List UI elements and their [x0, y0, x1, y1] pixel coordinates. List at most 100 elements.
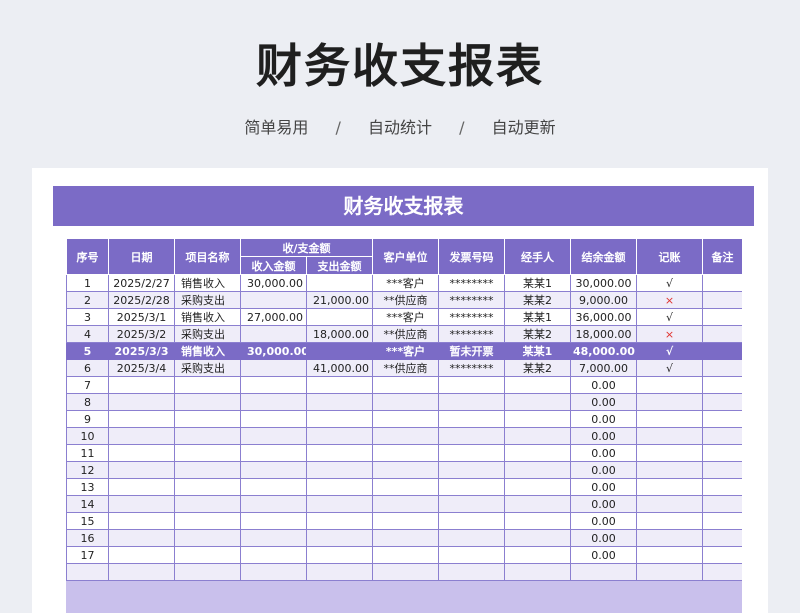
cell-invoice[interactable]	[438, 461, 505, 479]
cell-handler[interactable]: 某某2	[504, 359, 571, 377]
cell-booked[interactable]: ×	[636, 291, 703, 309]
cell-invoice[interactable]	[438, 512, 505, 530]
cell-income[interactable]	[240, 444, 307, 462]
cell-seq[interactable]: 8	[66, 393, 109, 411]
cell-note[interactable]	[702, 427, 742, 445]
table-row[interactable]: 13 0.00	[66, 478, 742, 496]
cell-expense[interactable]	[306, 274, 373, 292]
table-row[interactable]: 1 2025/2/27 销售收入 30,000.00 ***客户 ******** 某某1 3…	[66, 274, 742, 292]
cell-balance[interactable]: 7,000.00	[570, 359, 637, 377]
cell-client[interactable]	[372, 529, 439, 547]
cell-client[interactable]: **供应商	[372, 291, 439, 309]
cell-balance[interactable]: 0.00	[570, 512, 637, 530]
cell-seq[interactable]: 12	[66, 461, 109, 479]
cell-date[interactable]	[108, 512, 175, 530]
cell-handler[interactable]: 某某1	[504, 308, 571, 326]
cell-invoice[interactable]	[438, 495, 505, 513]
table-row[interactable]: 11 0.00	[66, 444, 742, 462]
cell-seq[interactable]: 7	[66, 376, 109, 394]
table-row[interactable]: 17 0.00	[66, 546, 742, 564]
cell-invoice[interactable]: 暂未开票	[438, 342, 505, 360]
table-row[interactable]: 9 0.00	[66, 410, 742, 428]
cell-item[interactable]: 采购支出	[174, 359, 241, 377]
cell-income[interactable]: 27,000.00	[240, 308, 307, 326]
cell-handler[interactable]	[504, 512, 571, 530]
cell-client[interactable]: **供应商	[372, 359, 439, 377]
table-row[interactable]: 8 0.00	[66, 393, 742, 411]
cell-note[interactable]	[702, 461, 742, 479]
cell-invoice[interactable]	[438, 546, 505, 564]
cell-seq[interactable]: 2	[66, 291, 109, 309]
cell-seq[interactable]: 1	[66, 274, 109, 292]
cell-date[interactable]	[108, 563, 175, 581]
cell-date[interactable]	[108, 444, 175, 462]
cell-handler[interactable]	[504, 393, 571, 411]
cell-balance[interactable]: 18,000.00	[570, 325, 637, 343]
cell-client[interactable]	[372, 512, 439, 530]
cell-client[interactable]	[372, 478, 439, 496]
cell-income[interactable]	[240, 529, 307, 547]
table-row[interactable]	[66, 563, 742, 581]
cell-note[interactable]	[702, 495, 742, 513]
cell-item[interactable]	[174, 495, 241, 513]
cell-invoice[interactable]: ********	[438, 359, 505, 377]
cell-seq[interactable]: 3	[66, 308, 109, 326]
cell-item[interactable]	[174, 546, 241, 564]
cell-item[interactable]	[174, 461, 241, 479]
cell-note[interactable]	[702, 478, 742, 496]
cell-note[interactable]	[702, 342, 742, 360]
cell-balance[interactable]	[570, 563, 637, 581]
cell-handler[interactable]: 某某2	[504, 291, 571, 309]
cell-income[interactable]	[240, 495, 307, 513]
cell-client[interactable]: ***客户	[372, 342, 439, 360]
cell-expense[interactable]	[306, 444, 373, 462]
cell-income[interactable]	[240, 410, 307, 428]
cell-seq[interactable]	[66, 563, 109, 581]
cell-item[interactable]	[174, 512, 241, 530]
cell-balance[interactable]: 0.00	[570, 410, 637, 428]
cell-seq[interactable]: 13	[66, 478, 109, 496]
cell-handler[interactable]	[504, 427, 571, 445]
cell-date[interactable]: 2025/2/28	[108, 291, 175, 309]
cell-invoice[interactable]	[438, 427, 505, 445]
cell-client[interactable]	[372, 563, 439, 581]
cell-booked[interactable]	[636, 444, 703, 462]
cell-note[interactable]	[702, 546, 742, 564]
cell-item[interactable]: 销售收入	[174, 308, 241, 326]
cell-booked[interactable]	[636, 461, 703, 479]
cell-booked[interactable]: √	[636, 274, 703, 292]
cell-seq[interactable]: 14	[66, 495, 109, 513]
cell-item[interactable]: 采购支出	[174, 291, 241, 309]
cell-expense[interactable]	[306, 410, 373, 428]
cell-note[interactable]	[702, 308, 742, 326]
cell-note[interactable]	[702, 563, 742, 581]
cell-income[interactable]: 30,000.00	[240, 342, 307, 360]
cell-invoice[interactable]: ********	[438, 274, 505, 292]
cell-booked[interactable]	[636, 478, 703, 496]
cell-booked[interactable]	[636, 546, 703, 564]
cell-expense[interactable]	[306, 342, 373, 360]
cell-handler[interactable]	[504, 495, 571, 513]
cell-handler[interactable]	[504, 410, 571, 428]
cell-item[interactable]: 销售收入	[174, 274, 241, 292]
cell-seq[interactable]: 17	[66, 546, 109, 564]
cell-note[interactable]	[702, 444, 742, 462]
cell-item[interactable]	[174, 563, 241, 581]
cell-handler[interactable]	[504, 376, 571, 394]
cell-expense[interactable]	[306, 495, 373, 513]
table-row[interactable]: 12 0.00	[66, 461, 742, 479]
cell-note[interactable]	[702, 291, 742, 309]
cell-booked[interactable]	[636, 563, 703, 581]
cell-client[interactable]	[372, 427, 439, 445]
cell-booked[interactable]	[636, 393, 703, 411]
cell-handler[interactable]	[504, 529, 571, 547]
cell-date[interactable]	[108, 461, 175, 479]
cell-income[interactable]	[240, 546, 307, 564]
cell-client[interactable]	[372, 393, 439, 411]
cell-seq[interactable]: 4	[66, 325, 109, 343]
cell-note[interactable]	[702, 376, 742, 394]
cell-date[interactable]: 2025/3/2	[108, 325, 175, 343]
cell-balance[interactable]: 36,000.00	[570, 308, 637, 326]
cell-balance[interactable]: 9,000.00	[570, 291, 637, 309]
cell-item[interactable]	[174, 444, 241, 462]
